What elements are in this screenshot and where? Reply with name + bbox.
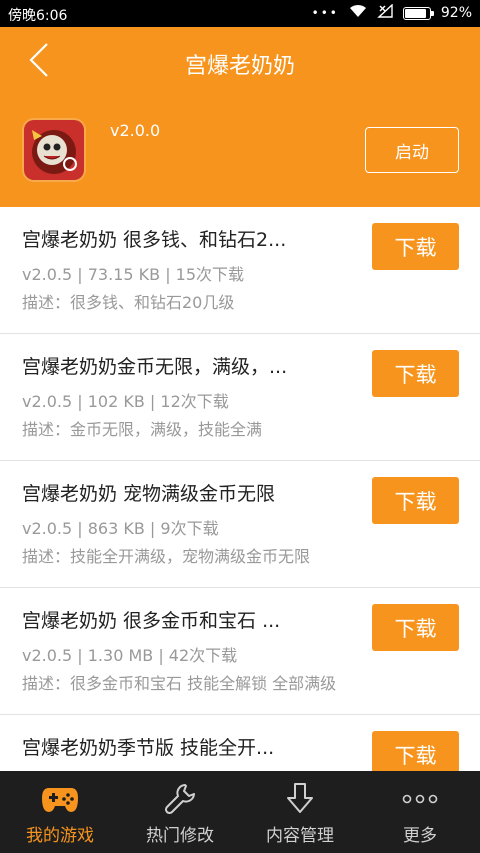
item-title: 宫爆老奶奶 很多钱、和钻石2... <box>22 229 287 251</box>
signal-icon <box>377 3 393 22</box>
item-meta: v2.0.5 | 1.30 MB | 42次下载 <box>22 646 238 665</box>
download-button[interactable]: 下载 <box>372 223 459 270</box>
app-version: v2.0.0 <box>110 121 161 140</box>
item-description: 描述：金币无限，满级，技能全满 <box>22 420 263 439</box>
item-title: 宫爆老奶奶 很多金币和宝石 ... <box>22 610 281 632</box>
tab-my-games[interactable]: 我的游戏 <box>0 771 120 853</box>
notification-dots-icon: ••• <box>311 6 339 20</box>
list-item[interactable]: 宫爆老奶奶 很多金币和宝石 ... v2.0.5 | 1.30 MB | 42次… <box>0 588 480 715</box>
app-icon <box>24 120 84 180</box>
download-button[interactable]: 下载 <box>372 350 459 397</box>
item-description: 描述：技能全开满级，宠物满级金币无限 <box>22 547 311 566</box>
list-item[interactable]: 宫爆老奶奶季节版 技能全开... 下载 <box>0 715 480 771</box>
status-bar: 傍晚6:06 ••• 92% <box>0 0 480 27</box>
item-meta: v2.0.5 | 102 KB | 12次下载 <box>22 392 229 411</box>
download-button[interactable]: 下载 <box>372 477 459 524</box>
tab-more[interactable]: 更多 <box>360 771 480 853</box>
tab-label: 更多 <box>403 826 437 846</box>
item-description: 描述：很多钱、和钻石20几级 <box>22 293 235 312</box>
status-time: 傍晚6:06 <box>8 8 68 24</box>
tab-label: 内容管理 <box>266 826 334 846</box>
download-arrow-icon <box>280 781 320 817</box>
wifi-icon <box>349 4 367 22</box>
download-button[interactable]: 下载 <box>372 604 459 651</box>
mod-list: 宫爆老奶奶 很多钱、和钻石2... v2.0.5 | 73.15 KB | 15… <box>0 207 480 771</box>
wrench-icon <box>160 781 200 817</box>
item-title: 宫爆老奶奶 宠物满级金币无限 <box>22 483 276 505</box>
item-title: 宫爆老奶奶季节版 技能全开... <box>22 737 275 759</box>
more-dots-icon <box>400 781 440 817</box>
tab-label: 热门修改 <box>146 826 214 846</box>
tab-label: 我的游戏 <box>26 826 94 846</box>
item-description: 描述：很多金币和宝石 技能全解锁 全部满级 <box>22 674 337 693</box>
page-title: 宫爆老奶奶 <box>184 54 295 79</box>
item-meta: v2.0.5 | 73.15 KB | 15次下载 <box>22 265 245 284</box>
tab-hot-mods[interactable]: 热门修改 <box>120 771 240 853</box>
battery-icon <box>402 6 434 20</box>
launch-button[interactable]: 启动 <box>365 127 459 173</box>
list-item[interactable]: 宫爆老奶奶金币无限，满级，... v2.0.5 | 102 KB | 12次下载… <box>0 334 480 461</box>
list-item[interactable]: 宫爆老奶奶 很多钱、和钻石2... v2.0.5 | 73.15 KB | 15… <box>0 207 480 334</box>
bottom-tab-bar: 我的游戏 热门修改 内容管理 更多 <box>0 771 480 853</box>
app-header: 宫爆老奶奶 v2.0.0 启动 <box>0 27 480 207</box>
item-meta: v2.0.5 | 863 KB | 9次下载 <box>22 519 219 538</box>
gamepad-icon <box>40 781 80 817</box>
tab-content-manage[interactable]: 内容管理 <box>240 771 360 853</box>
battery-percent: 92% <box>440 5 472 21</box>
download-button[interactable]: 下载 <box>372 731 459 771</box>
item-title: 宫爆老奶奶金币无限，满级，... <box>22 356 288 378</box>
list-item[interactable]: 宫爆老奶奶 宠物满级金币无限 v2.0.5 | 863 KB | 9次下载 描述… <box>0 461 480 588</box>
